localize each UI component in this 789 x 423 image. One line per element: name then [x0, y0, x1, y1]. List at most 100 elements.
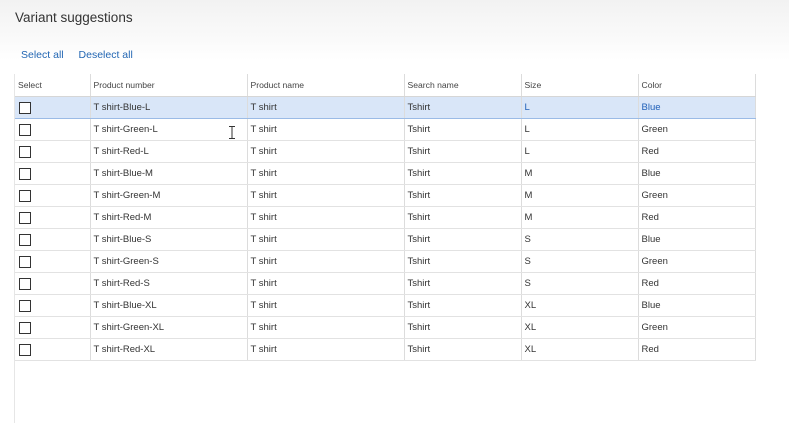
product-name-cell[interactable]: T shirt: [247, 184, 405, 207]
table-row[interactable]: T shirt-Red-XL T shirt Tshirt XL Red: [15, 338, 756, 361]
table-row[interactable]: T shirt-Green-S T shirt Tshirt S Green: [15, 250, 756, 273]
table-row[interactable]: T shirt-Blue-M T shirt Tshirt M Blue: [15, 162, 756, 185]
product-name-cell[interactable]: T shirt: [247, 338, 405, 361]
deselect-all-link[interactable]: Deselect all: [79, 49, 133, 61]
color-cell[interactable]: Green: [638, 250, 756, 273]
product-number-cell[interactable]: T shirt-Green-M: [90, 184, 248, 207]
product-number-cell[interactable]: T shirt-Green-XL: [90, 316, 248, 339]
product-number-cell[interactable]: T shirt-Green-L: [90, 118, 248, 141]
size-cell[interactable]: L: [521, 140, 639, 163]
color-cell[interactable]: Green: [638, 184, 756, 207]
column-header-product-name[interactable]: Product name: [247, 74, 405, 97]
size-cell[interactable]: M: [521, 162, 639, 185]
size-cell[interactable]: M: [521, 184, 639, 207]
color-cell[interactable]: Blue: [638, 294, 756, 317]
product-name-cell[interactable]: T shirt: [247, 272, 405, 295]
search-name-cell[interactable]: Tshirt: [404, 294, 522, 317]
search-name-cell[interactable]: Tshirt: [404, 272, 522, 295]
row-select-checkbox[interactable]: [19, 343, 31, 356]
column-header-product-number[interactable]: Product number: [90, 74, 248, 97]
variant-suggestions-dialog: Variant suggestions Select all Deselect …: [0, 0, 789, 423]
product-number-cell[interactable]: T shirt-Red-S: [90, 272, 248, 295]
search-name-cell[interactable]: Tshirt: [404, 250, 522, 273]
row-select-checkbox[interactable]: [19, 299, 31, 312]
search-name-cell[interactable]: Tshirt: [404, 206, 522, 229]
color-cell[interactable]: Blue: [638, 228, 756, 251]
row-select-checkbox[interactable]: [19, 277, 31, 290]
product-name-cell[interactable]: T shirt: [247, 228, 405, 251]
color-cell[interactable]: Red: [638, 272, 756, 295]
select-cell: [15, 294, 91, 317]
product-number-cell[interactable]: T shirt-Blue-L: [90, 96, 248, 119]
search-name-cell[interactable]: Tshirt: [404, 316, 522, 339]
row-select-checkbox[interactable]: [19, 321, 31, 334]
row-select-checkbox[interactable]: [19, 123, 31, 136]
table-row[interactable]: T shirt-Green-M T shirt Tshirt M Green: [15, 184, 756, 207]
page-title: Variant suggestions: [15, 10, 133, 25]
table-row[interactable]: T shirt-Green-L T shirt Tshirt L Green: [15, 118, 756, 141]
product-name-cell[interactable]: T shirt: [247, 96, 405, 119]
product-number-cell[interactable]: T shirt-Blue-S: [90, 228, 248, 251]
product-name-cell[interactable]: T shirt: [247, 140, 405, 163]
row-select-checkbox[interactable]: [19, 145, 31, 158]
row-select-checkbox[interactable]: [19, 211, 31, 224]
variant-grid: Select Product number Product name Searc…: [15, 74, 756, 361]
product-number-cell[interactable]: T shirt-Green-S: [90, 250, 248, 273]
size-cell[interactable]: L: [521, 96, 639, 119]
row-select-checkbox[interactable]: [19, 101, 31, 114]
product-name-cell[interactable]: T shirt: [247, 162, 405, 185]
color-cell[interactable]: Red: [638, 140, 756, 163]
size-cell[interactable]: S: [521, 250, 639, 273]
size-cell[interactable]: M: [521, 206, 639, 229]
product-number-cell[interactable]: T shirt-Blue-M: [90, 162, 248, 185]
table-row[interactable]: T shirt-Red-L T shirt Tshirt L Red: [15, 140, 756, 163]
column-header-color[interactable]: Color: [638, 74, 756, 97]
size-cell[interactable]: S: [521, 272, 639, 295]
product-name-cell[interactable]: T shirt: [247, 316, 405, 339]
product-name-cell[interactable]: T shirt: [247, 250, 405, 273]
size-cell[interactable]: XL: [521, 316, 639, 339]
table-row[interactable]: T shirt-Blue-XL T shirt Tshirt XL Blue: [15, 294, 756, 317]
product-number-cell[interactable]: T shirt-Red-L: [90, 140, 248, 163]
search-name-cell[interactable]: Tshirt: [404, 184, 522, 207]
product-number-cell[interactable]: T shirt-Blue-XL: [90, 294, 248, 317]
column-header-search-name[interactable]: Search name: [404, 74, 522, 97]
color-cell[interactable]: Green: [638, 118, 756, 141]
table-row[interactable]: T shirt-Blue-L T shirt Tshirt L Blue: [15, 96, 756, 119]
product-name-cell[interactable]: T shirt: [247, 294, 405, 317]
size-cell[interactable]: XL: [521, 294, 639, 317]
product-name-cell[interactable]: T shirt: [247, 118, 405, 141]
product-number-cell[interactable]: T shirt-Red-XL: [90, 338, 248, 361]
table-row[interactable]: T shirt-Green-XL T shirt Tshirt XL Green: [15, 316, 756, 339]
column-header-size[interactable]: Size: [521, 74, 639, 97]
select-cell: [15, 272, 91, 295]
row-select-checkbox[interactable]: [19, 255, 31, 268]
table-row[interactable]: T shirt-Red-S T shirt Tshirt S Red: [15, 272, 756, 295]
search-name-cell[interactable]: Tshirt: [404, 140, 522, 163]
search-name-cell[interactable]: Tshirt: [404, 96, 522, 119]
table-row[interactable]: T shirt-Blue-S T shirt Tshirt S Blue: [15, 228, 756, 251]
select-cell: [15, 338, 91, 361]
search-name-cell[interactable]: Tshirt: [404, 162, 522, 185]
size-cell[interactable]: S: [521, 228, 639, 251]
color-cell[interactable]: Blue: [638, 96, 756, 119]
column-header-select[interactable]: Select: [15, 74, 91, 97]
select-all-link[interactable]: Select all: [21, 49, 64, 61]
size-cell[interactable]: L: [521, 118, 639, 141]
row-select-checkbox[interactable]: [19, 233, 31, 246]
row-select-checkbox[interactable]: [19, 167, 31, 180]
select-cell: [15, 316, 91, 339]
color-cell[interactable]: Blue: [638, 162, 756, 185]
color-cell[interactable]: Red: [638, 338, 756, 361]
search-name-cell[interactable]: Tshirt: [404, 118, 522, 141]
row-select-checkbox[interactable]: [19, 189, 31, 202]
size-cell[interactable]: XL: [521, 338, 639, 361]
color-cell[interactable]: Green: [638, 316, 756, 339]
product-name-cell[interactable]: T shirt: [247, 206, 405, 229]
color-cell[interactable]: Red: [638, 206, 756, 229]
search-name-cell[interactable]: Tshirt: [404, 228, 522, 251]
search-name-cell[interactable]: Tshirt: [404, 338, 522, 361]
table-row[interactable]: T shirt-Red-M T shirt Tshirt M Red: [15, 206, 756, 229]
select-cell: [15, 250, 91, 273]
product-number-cell[interactable]: T shirt-Red-M: [90, 206, 248, 229]
